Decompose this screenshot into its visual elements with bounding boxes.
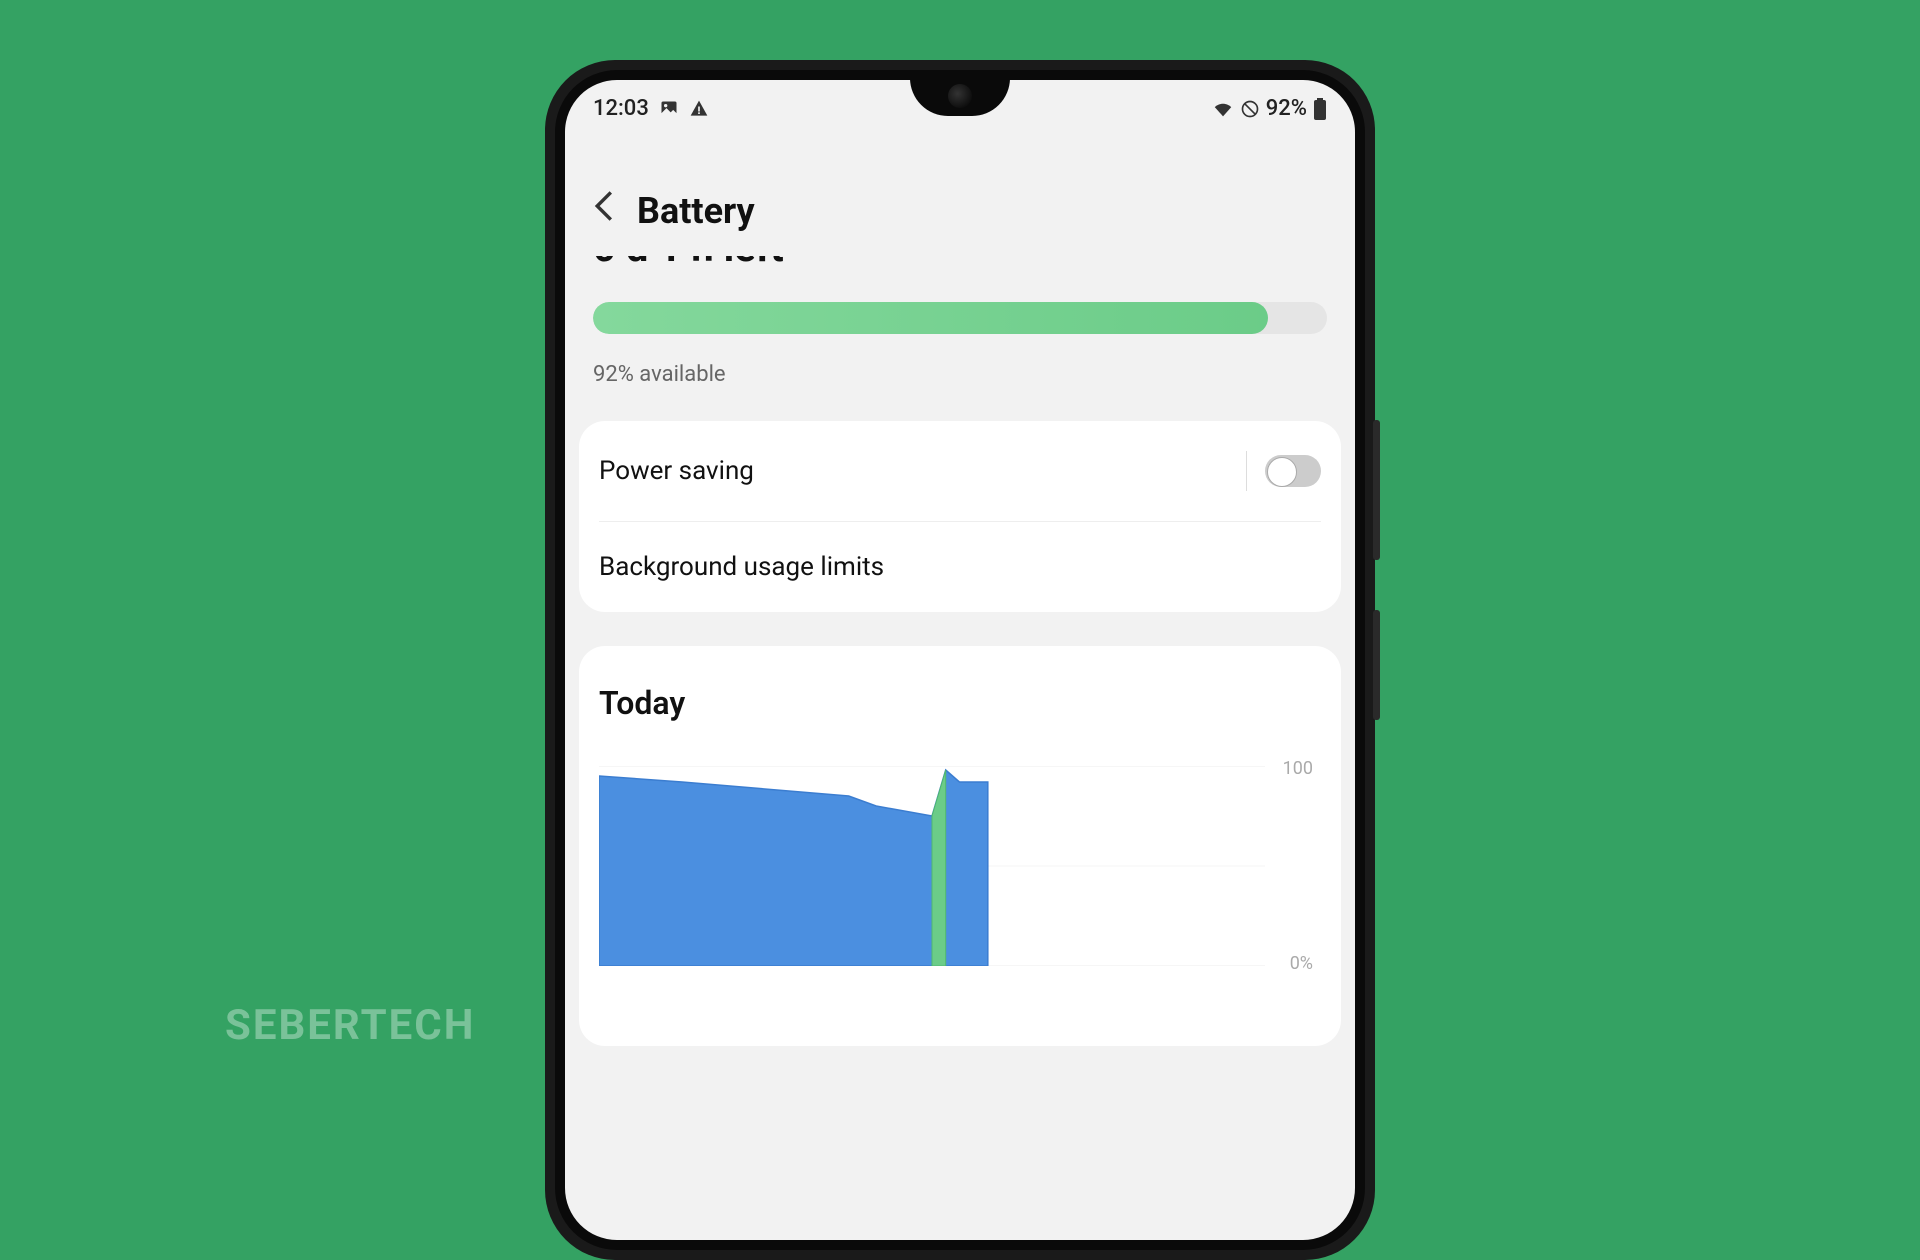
watermark-text: SEBERTECH <box>225 1001 475 1050</box>
chart-series-battery <box>599 770 988 966</box>
phone-inner-frame: 12:03 92% <box>555 70 1365 1250</box>
power-saving-row[interactable]: Power saving <box>579 421 1341 521</box>
today-title: Today <box>599 684 1321 722</box>
image-icon <box>659 99 679 119</box>
battery-icon <box>1313 98 1327 120</box>
power-saving-label: Power saving <box>599 456 754 486</box>
chart-y-label-0: 0% <box>1290 953 1313 974</box>
background-limits-label: Background usage limits <box>599 552 884 582</box>
battery-available-text: 92% available <box>565 344 1355 421</box>
page-header: Battery <box>565 129 1355 270</box>
status-time: 12:03 <box>593 96 649 121</box>
power-saving-toggle[interactable] <box>1265 455 1321 487</box>
do-not-disturb-icon <box>1240 99 1260 119</box>
page-title: Battery <box>637 190 755 232</box>
wifi-icon <box>1212 98 1234 120</box>
chart-series-charge <box>932 770 946 966</box>
status-battery-percent: 92% <box>1266 96 1307 121</box>
battery-progress-fill <box>593 302 1268 334</box>
warning-icon <box>689 99 709 119</box>
back-button[interactable] <box>593 189 615 232</box>
battery-progress-track <box>593 302 1327 334</box>
chart-y-label-100: 100 <box>1283 758 1313 779</box>
today-card[interactable]: Today 100 0% <box>579 646 1341 1046</box>
switch-divider <box>1246 451 1247 491</box>
background-limits-row[interactable]: Background usage limits <box>579 522 1341 612</box>
settings-card: Power saving Background usage limits <box>579 421 1341 612</box>
time-left-text: 0 d 1 h left <box>565 256 1355 278</box>
phone-screen: 12:03 92% <box>565 80 1355 1240</box>
power-saving-switch-wrap <box>1246 451 1321 491</box>
status-bar-left: 12:03 <box>593 96 709 121</box>
chart-svg <box>599 766 1265 966</box>
side-button-power <box>1373 610 1380 720</box>
battery-progress-container <box>565 278 1355 344</box>
battery-usage-chart: 100 0% <box>599 766 1265 966</box>
phone-frame: 12:03 92% <box>545 60 1375 1260</box>
status-bar-right: 92% <box>1212 96 1327 121</box>
side-button-volume <box>1373 420 1380 560</box>
